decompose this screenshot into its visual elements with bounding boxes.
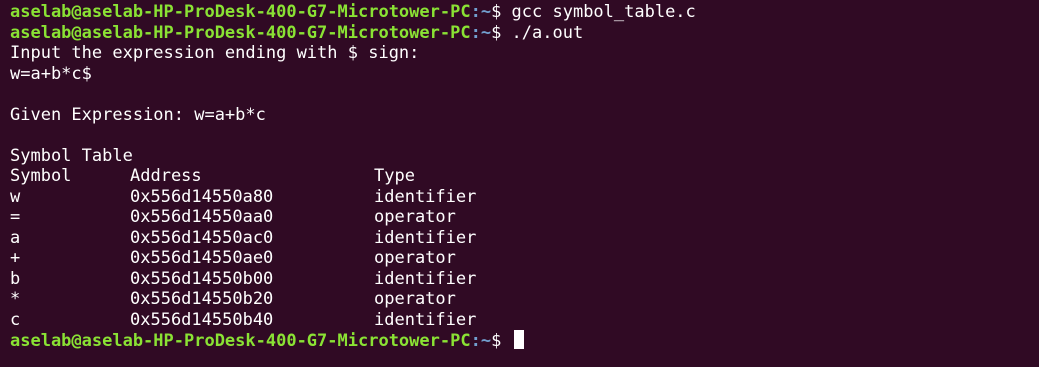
table-row: a 0x556d14550ac0 identifier	[10, 228, 1039, 249]
cell-type: operator	[374, 289, 456, 309]
command-line-current[interactable]: aselab@aselab-HP-ProDesk-400-G7-Microtow…	[10, 330, 1039, 351]
cell-symbol: +	[10, 248, 21, 268]
symbol-table-title: Symbol Table	[10, 145, 133, 166]
table-row: c 0x556d14550b40 identifier	[10, 310, 1039, 331]
cell-address: 0x556d14550b20	[130, 289, 274, 309]
table-row: w 0x556d14550a80 identifier	[10, 187, 1039, 208]
prompt-user-host: aselab@aselab-HP-ProDesk-400-G7-Microtow…	[10, 331, 471, 351]
table-row: * 0x556d14550b20 operator	[10, 289, 1039, 310]
table-row: + 0x556d14550ae0 operator	[10, 248, 1039, 269]
cell-type: operator	[374, 207, 456, 227]
prompt-path: :~	[470, 2, 492, 22]
cell-address: 0x556d14550aa0	[130, 207, 274, 227]
cell-address: 0x556d14550ae0	[130, 248, 274, 268]
cell-symbol: w	[10, 186, 21, 207]
prompt-path: :~	[470, 331, 492, 351]
terminal-window[interactable]: aselab@aselab-HP-ProDesk-400-G7-Microtow…	[0, 0, 1039, 367]
header-address: Address	[130, 166, 202, 186]
prompt-symbol: $	[491, 331, 502, 351]
cell-symbol: a	[10, 227, 21, 248]
cell-type: identifier	[374, 186, 477, 207]
cell-address: 0x556d14550b40	[130, 309, 274, 330]
terminal-cursor	[513, 330, 524, 349]
cell-address: 0x556d14550a80	[130, 186, 274, 207]
output-input-prompt: Input the expression ending with $ sign:	[10, 43, 420, 63]
prompt-symbol: $	[491, 2, 502, 22]
prompt-symbol: $	[491, 22, 502, 43]
cell-symbol: =	[10, 207, 21, 227]
prompt-user-host: aselab@aselab-HP-ProDesk-400-G7-Microtow…	[10, 2, 471, 22]
cell-symbol: b	[10, 268, 21, 289]
cell-type: identifier	[374, 268, 477, 289]
command-line-2: aselab@aselab-HP-ProDesk-400-G7-Microtow…	[10, 23, 1039, 44]
command-text: ./a.out	[501, 22, 584, 43]
cell-symbol: c	[10, 309, 21, 330]
command-line-1: aselab@aselab-HP-ProDesk-400-G7-Microtow…	[10, 2, 1039, 23]
cell-type: operator	[374, 248, 456, 268]
prompt-path: :~	[470, 22, 492, 43]
cell-type: identifier	[374, 227, 477, 248]
table-row: b 0x556d14550b00 identifier	[10, 269, 1039, 290]
command-text: gcc symbol_table.c	[501, 2, 696, 22]
cell-symbol: *	[10, 289, 21, 309]
header-symbol: Symbol	[10, 166, 72, 186]
cell-address: 0x556d14550b00	[130, 268, 274, 289]
output-given-expression: Given Expression: w=a+b*c	[10, 104, 266, 125]
table-row: = 0x556d14550aa0 operator	[10, 207, 1039, 228]
prompt-user-host: aselab@aselab-HP-ProDesk-400-G7-Microtow…	[10, 22, 471, 43]
symbol-table-header: Symbol Address Type	[10, 166, 1039, 187]
output-input-echo: w=a+b*c$	[10, 63, 92, 84]
cell-type: identifier	[374, 309, 477, 330]
cell-address: 0x556d14550ac0	[130, 227, 274, 248]
header-type: Type	[374, 166, 415, 186]
